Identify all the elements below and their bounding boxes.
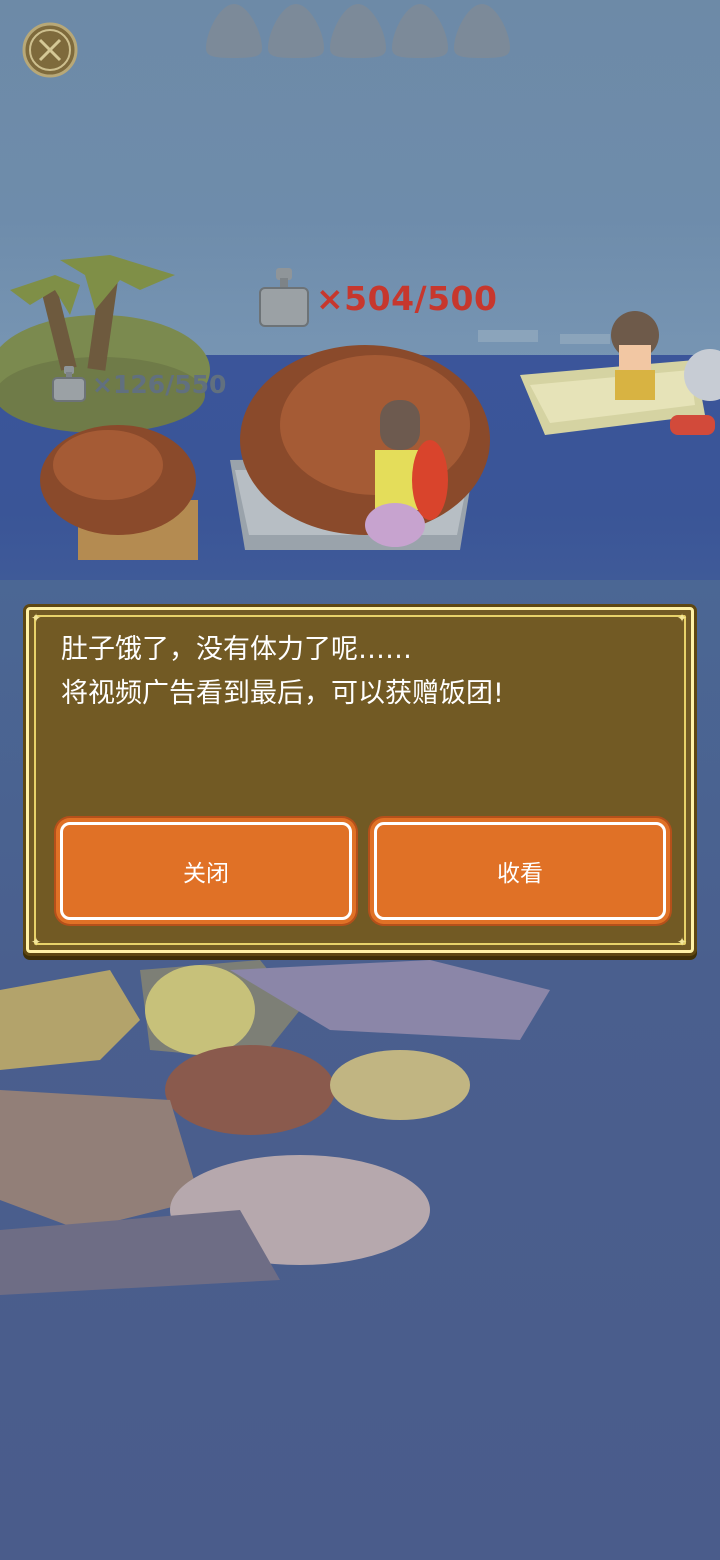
coral-reef <box>0 960 550 1295</box>
onigiri-icon <box>206 4 262 58</box>
close-circle-icon <box>22 22 78 78</box>
close-button-label: 关闭 <box>183 861 229 887</box>
boat-catch-counter: ×504/500 <box>258 268 497 328</box>
onigiri-icon <box>454 4 510 58</box>
corner-ornament: ✦ <box>31 611 42 625</box>
corner-ornament: ✦ <box>677 611 688 625</box>
watch-ad-button[interactable]: 收看 <box>374 822 666 920</box>
close-button[interactable] <box>22 22 78 78</box>
dialog-message: 肚子饿了，没有体力了呢…… 将视频广告看到最后，可以获赠饭团! <box>61 628 671 716</box>
stamina-bar <box>204 2 512 58</box>
dialog-close-button[interactable]: 关闭 <box>60 822 352 920</box>
corner-ornament: ✦ <box>677 935 688 949</box>
weight-icon <box>52 366 86 402</box>
onigiri-icon <box>268 4 324 58</box>
island-catch-text: ×126/550 <box>92 369 227 399</box>
stamina-dialog: ✦ ✦ ✦ ✦ 肚子饿了，没有体力了呢…… 将视频广告看到最后，可以获赠饭团! … <box>26 607 694 953</box>
onigiri-icon <box>330 4 386 58</box>
dialog-line-2: 将视频广告看到最后，可以获赠饭团! <box>61 678 504 709</box>
corner-ornament: ✦ <box>31 935 42 949</box>
onigiri-icon <box>392 4 448 58</box>
buyer-boat <box>520 311 720 435</box>
fishing-boat <box>230 345 490 550</box>
boat-catch-text: ×504/500 <box>316 278 498 318</box>
island-catch-counter: ×126/550 <box>52 366 226 402</box>
dialog-line-1: 肚子饿了，没有体力了呢…… <box>61 634 412 665</box>
watch-button-label: 收看 <box>497 861 543 887</box>
island-lobster-pile <box>40 425 198 560</box>
weight-icon <box>259 268 309 327</box>
